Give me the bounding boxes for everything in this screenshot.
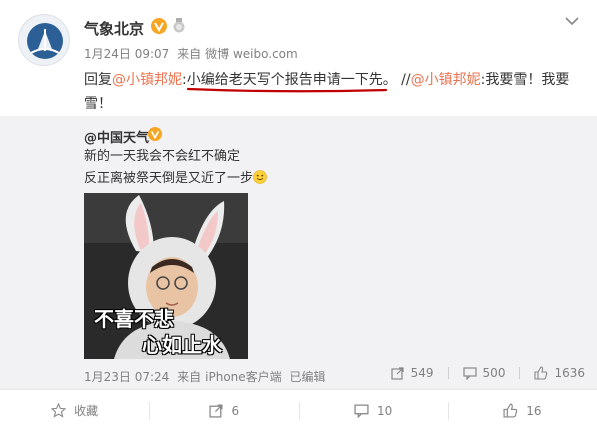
mention-link[interactable]: @小镇邦妮 bbox=[112, 72, 182, 88]
share-icon bbox=[208, 404, 223, 418]
reply-prefix: 回复 bbox=[84, 72, 112, 88]
share-button[interactable]: 6 bbox=[149, 390, 298, 431]
post-image[interactable]: 不喜不悲 心如止水 bbox=[84, 193, 248, 359]
beijing-weather-logo-icon bbox=[19, 15, 69, 65]
like-button[interactable]: 16 bbox=[447, 390, 597, 431]
original-share-count: 549 bbox=[410, 366, 434, 380]
original-date[interactable]: 1月23日 07:24 bbox=[84, 370, 169, 384]
original-line-2: 反正离被祭天倒是又近了一步 bbox=[84, 171, 254, 186]
source-prefix: 来自 bbox=[177, 370, 202, 384]
original-comment-count: 500 bbox=[482, 366, 506, 380]
chevron-down-icon[interactable] bbox=[565, 16, 579, 26]
verified-v-icon bbox=[151, 18, 167, 34]
original-meta: 1月23日 07:24 来自 iPhone客户端 已编辑 bbox=[84, 368, 330, 385]
red-underline-annotation bbox=[186, 87, 388, 93]
like-count: 16 bbox=[526, 403, 542, 418]
post-source[interactable]: 微博 weibo.com bbox=[205, 47, 298, 61]
thumbs-up-icon bbox=[534, 366, 548, 380]
edited-label[interactable]: 已编辑 bbox=[290, 370, 326, 384]
comment-icon bbox=[354, 404, 369, 418]
smiley-emoji-icon bbox=[253, 170, 267, 184]
original-comment-button[interactable]: 500 bbox=[462, 366, 506, 380]
original-text: 新的一天我会不会红不确定 反正离被祭天倒是又近了一步 bbox=[84, 146, 267, 190]
original-source[interactable]: iPhone客户端 bbox=[205, 370, 282, 384]
original-author[interactable]: @中国天气 bbox=[84, 127, 149, 146]
favorite-label: 收藏 bbox=[74, 404, 99, 418]
divider bbox=[447, 367, 449, 379]
action-bar: 收藏 6 10 16 bbox=[0, 389, 597, 431]
comment-count: 10 bbox=[376, 403, 393, 418]
thumbs-up-icon bbox=[503, 403, 518, 418]
mention-link-2[interactable]: @小镇邦妮 bbox=[411, 72, 481, 88]
image-caption-1: 不喜不悲 bbox=[94, 307, 174, 331]
original-share-button[interactable]: 549 bbox=[391, 366, 434, 380]
star-icon bbox=[51, 403, 67, 418]
comment-button[interactable]: 10 bbox=[298, 390, 448, 431]
reply-separator: // bbox=[396, 72, 411, 88]
verified-v-icon bbox=[148, 127, 162, 141]
post-date[interactable]: 1月24日 09:07 bbox=[84, 47, 169, 61]
original-like-button[interactable]: 1636 bbox=[534, 366, 585, 380]
post-meta: 1月24日 09:07 来自 微博 weibo.com bbox=[84, 45, 302, 62]
share-icon bbox=[391, 367, 404, 380]
original-actions: 549 500 1636 bbox=[377, 366, 585, 380]
medal-icon[interactable] bbox=[172, 18, 186, 34]
divider bbox=[519, 367, 521, 379]
share-count: 6 bbox=[231, 403, 240, 418]
favorite-button[interactable]: 收藏 bbox=[0, 390, 149, 431]
reposted-card[interactable]: @中国天气 新的一天我会不会红不确定 反正离被祭天倒是又近了一步 不喜不悲 心如… bbox=[0, 116, 597, 389]
avatar[interactable] bbox=[18, 14, 70, 66]
source-prefix: 来自 bbox=[177, 47, 202, 61]
author-name[interactable]: 气象北京 bbox=[84, 18, 144, 39]
original-line-1: 新的一天我会不会红不确定 bbox=[84, 149, 241, 164]
original-like-count: 1636 bbox=[554, 366, 585, 380]
image-caption-2: 心如止水 bbox=[142, 333, 222, 357]
comment-icon bbox=[462, 367, 477, 380]
